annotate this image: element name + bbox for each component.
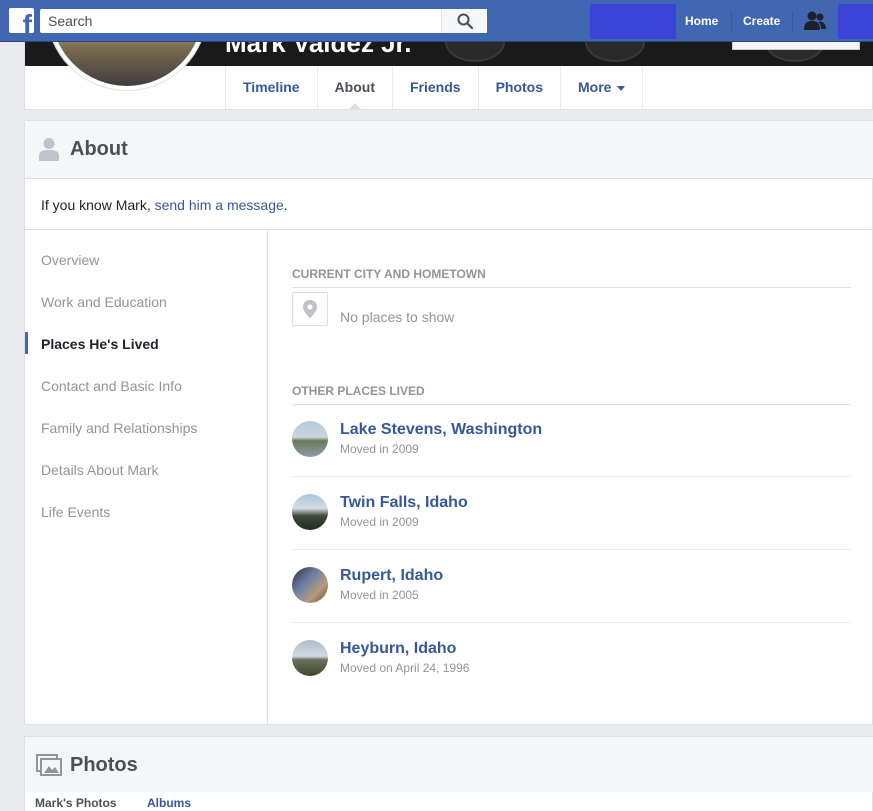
- nav-divider: [792, 11, 793, 31]
- list-item: Heyburn, Idaho Moved on April 24, 1996: [292, 623, 851, 696]
- sidebar-item-overview[interactable]: Overview: [41, 252, 99, 268]
- sidebar-item-work-education[interactable]: Work and Education: [41, 294, 167, 310]
- active-indicator: [25, 332, 28, 354]
- redacted-profile-link[interactable]: [590, 4, 676, 39]
- search-box: [40, 9, 487, 33]
- sidebar-item-details[interactable]: Details About Mark: [41, 462, 159, 478]
- about-card: About If you know Mark, send him a messa…: [24, 120, 873, 725]
- message-prompt-end: .: [283, 197, 288, 213]
- profile-tabs: Timeline About Friends Photos More: [225, 66, 644, 109]
- tab-more[interactable]: More: [561, 66, 644, 109]
- tab-about[interactable]: About: [318, 66, 393, 109]
- caret-down-icon: [617, 85, 626, 91]
- place-link[interactable]: Rupert, Idaho: [340, 567, 443, 585]
- location-pin-icon: [292, 292, 328, 326]
- place-moved-date: Moved in 2009: [340, 515, 419, 529]
- message-prompt: If you know Mark, send him a message.: [41, 197, 288, 213]
- about-header: About: [25, 121, 873, 179]
- place-thumbnail[interactable]: [292, 421, 328, 457]
- place-thumbnail[interactable]: [292, 640, 328, 676]
- search-icon: [457, 13, 473, 29]
- section-title-current-city: CURRENT CITY AND HOMETOWN: [292, 267, 486, 281]
- place-moved-date: Moved in 2005: [340, 588, 419, 602]
- tab-friends[interactable]: Friends: [393, 66, 479, 109]
- sidebar-item-places-lived[interactable]: Places He's Lived: [41, 336, 159, 352]
- about-sidebar: Overview Work and Education Places He's …: [25, 230, 268, 725]
- photos-title: Photos: [70, 754, 138, 776]
- person-icon: [39, 138, 59, 161]
- redacted-menu-area[interactable]: [838, 4, 873, 39]
- list-item: Rupert, Idaho Moved in 2005: [292, 550, 851, 623]
- place-link[interactable]: Twin Falls, Idaho: [340, 494, 468, 512]
- tab-marks-photos[interactable]: Mark's Photos: [35, 796, 117, 810]
- tab-timeline[interactable]: Timeline: [226, 66, 318, 109]
- place-thumbnail[interactable]: [292, 494, 328, 530]
- photos-header: Photos: [25, 737, 873, 792]
- sidebar-item-contact-info[interactable]: Contact and Basic Info: [41, 378, 182, 394]
- photos-card: Photos Mark's Photos Albums: [24, 736, 873, 811]
- message-prompt-text: If you know Mark,: [41, 197, 155, 213]
- tab-more-label: More: [578, 79, 612, 95]
- place-link[interactable]: Heyburn, Idaho: [340, 640, 456, 658]
- search-input[interactable]: [40, 9, 440, 33]
- profile-header: Mark Valdez Jr. Timeline About Friends P…: [24, 0, 873, 110]
- tab-albums[interactable]: Albums: [147, 796, 191, 810]
- section-title-other-places: OTHER PLACES LIVED: [292, 384, 425, 398]
- list-item: Twin Falls, Idaho Moved in 2009: [292, 477, 851, 550]
- create-link[interactable]: Create: [743, 0, 780, 42]
- search-button[interactable]: [441, 9, 487, 33]
- send-message-link[interactable]: send him a message: [155, 197, 284, 213]
- cover-graphic: [585, 40, 645, 62]
- profile-name: Mark Valdez Jr.: [225, 40, 412, 58]
- place-moved-date: Moved on April 24, 1996: [340, 661, 470, 675]
- place-moved-date: Moved in 2009: [340, 442, 419, 456]
- nav-divider: [731, 11, 732, 31]
- about-title: About: [70, 138, 128, 160]
- no-places-text: No places to show: [340, 309, 455, 325]
- friends-icon[interactable]: [803, 10, 827, 32]
- cover-graphic: [445, 40, 505, 62]
- place-thumbnail[interactable]: [292, 567, 328, 603]
- place-link[interactable]: Lake Stevens, Washington: [340, 421, 542, 439]
- home-link[interactable]: Home: [685, 0, 718, 42]
- facebook-logo-icon[interactable]: f: [9, 8, 34, 33]
- divider: [292, 287, 851, 288]
- photos-icon: [36, 754, 62, 776]
- top-navigation-bar: f Home Create: [0, 0, 873, 42]
- sidebar-item-life-events[interactable]: Life Events: [41, 504, 110, 520]
- sidebar-item-family-relationships[interactable]: Family and Relationships: [41, 420, 197, 436]
- list-item: Lake Stevens, Washington Moved in 2009: [292, 404, 851, 477]
- tab-photos[interactable]: Photos: [479, 66, 562, 109]
